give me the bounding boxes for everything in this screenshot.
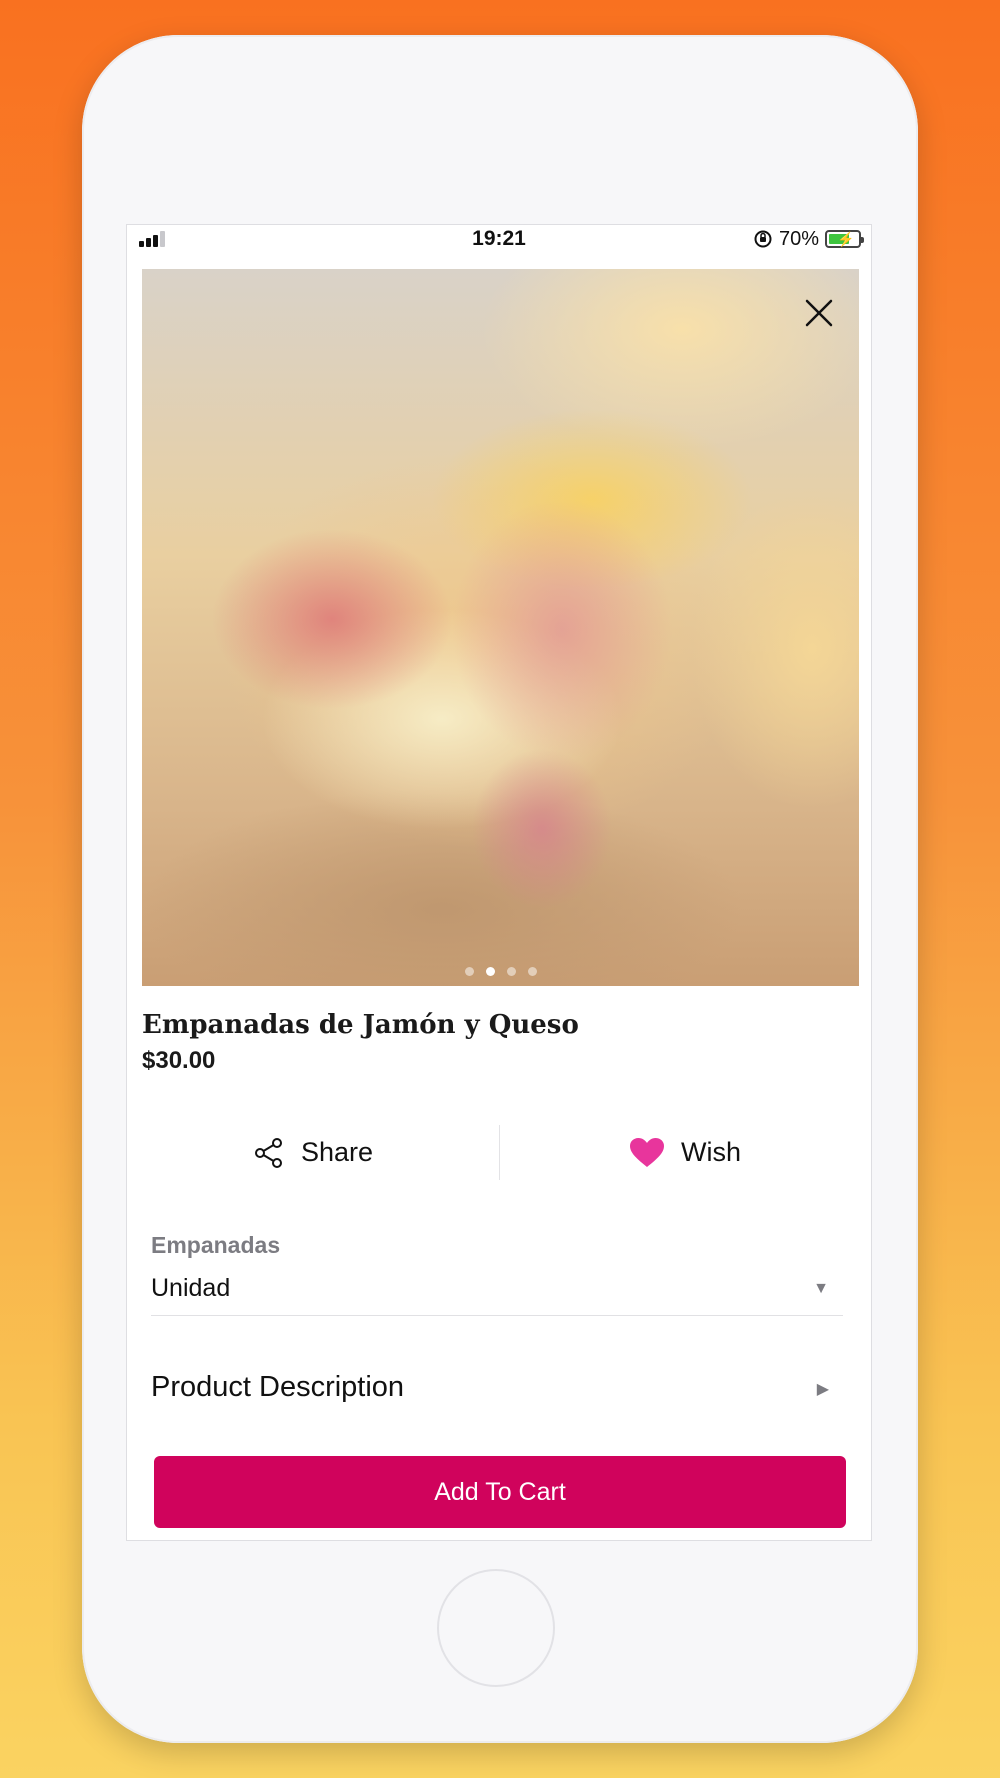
close-button[interactable] — [791, 285, 847, 341]
variant-selected-value: Unidad — [151, 1274, 231, 1302]
share-icon — [254, 1137, 282, 1168]
home-button[interactable] — [437, 1569, 555, 1687]
status-right: 70% ⚡ — [753, 227, 864, 251]
wish-label: Wish — [681, 1137, 741, 1167]
caret-down-icon: ▼ — [813, 1280, 829, 1297]
wish-button[interactable]: Wish — [499, 1125, 871, 1180]
battery-percent: 70% — [778, 227, 819, 250]
share-button[interactable]: Share — [127, 1125, 499, 1180]
product-description-label: Product Description — [151, 1371, 405, 1403]
variant-label: Empanadas — [151, 1232, 281, 1258]
product-price: $30.00 — [142, 1047, 216, 1074]
product-description-row[interactable]: Product Description ▶ — [151, 1365, 843, 1415]
caret-right-icon: ▶ — [816, 1381, 829, 1398]
pager-dot[interactable] — [485, 967, 495, 976]
app-screen: 19:21 70% ⚡ Empanadas de Jamón y Queso $… — [126, 224, 872, 1541]
product-actions: Share Wish — [127, 1125, 871, 1180]
close-icon — [805, 299, 833, 327]
orientation-lock-icon — [754, 230, 772, 248]
variant-select[interactable]: Unidad ▼ — [151, 1270, 843, 1316]
product-title: Empanadas de Jamón y Queso — [142, 1010, 579, 1040]
battery-charging-icon: ⚡ — [825, 230, 864, 248]
pager-dot[interactable] — [506, 967, 516, 976]
pager-dot[interactable] — [527, 967, 537, 976]
share-label: Share — [300, 1137, 374, 1167]
add-to-cart-button[interactable]: Add To Cart — [154, 1456, 846, 1528]
product-image[interactable] — [142, 269, 859, 986]
status-bar: 19:21 70% ⚡ — [127, 225, 871, 253]
pager-dot[interactable] — [464, 967, 474, 976]
image-pager-dots[interactable] — [142, 967, 859, 976]
heart-icon — [630, 1137, 664, 1167]
